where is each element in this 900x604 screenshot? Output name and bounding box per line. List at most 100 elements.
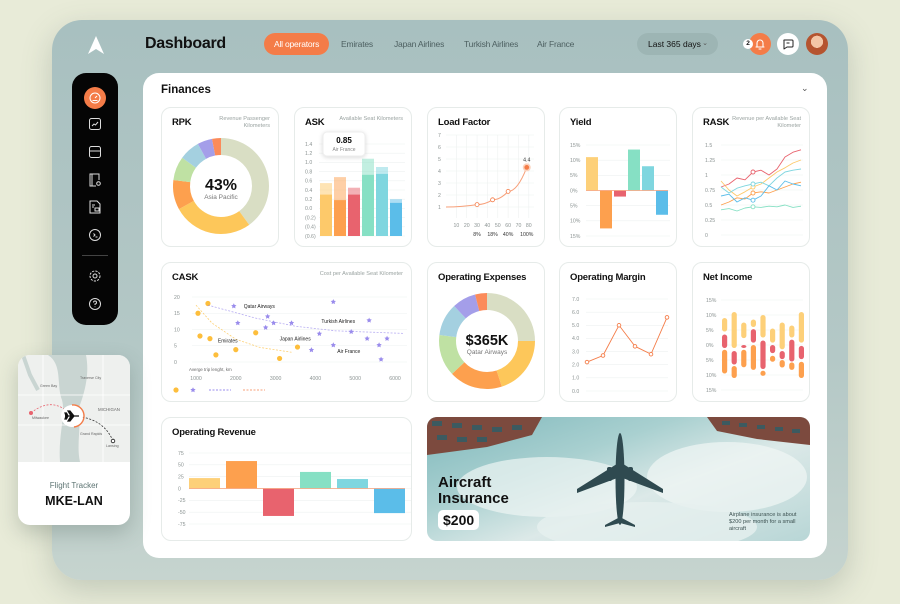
data-point (524, 165, 530, 170)
tick-label: 75 (178, 451, 184, 457)
scatter-point (197, 333, 203, 339)
tick-label: 5 (174, 344, 177, 350)
data-point (600, 353, 606, 358)
bar (600, 190, 612, 229)
map-label: Grand Rapids (80, 432, 102, 436)
tick-label: 4.0 (572, 336, 579, 342)
tick-label: 4 (438, 169, 441, 175)
chart: 15% 10% 5% 0% 5% 10% 15% (570, 143, 670, 240)
sidebar-divider (82, 255, 108, 256)
map-label: Milwaukee (32, 416, 49, 420)
data-point (750, 190, 756, 196)
scatter-point (207, 336, 213, 342)
tick-label: 10% (570, 158, 581, 164)
data-point (648, 351, 654, 357)
scatter-point (264, 313, 271, 319)
sidebar-item-dashboard[interactable] (84, 87, 106, 109)
bar (586, 157, 598, 191)
bar (189, 478, 220, 489)
tick-label: (0.4) (305, 225, 316, 231)
tick-label: 50 (495, 223, 501, 229)
bar (300, 471, 331, 489)
card-title: RASK (703, 117, 730, 128)
x-axis-label: Averge trip lenght, km (189, 367, 232, 372)
data-point (584, 359, 590, 365)
tick-label: (0.6) (305, 234, 316, 240)
tick-label: 0 (705, 233, 708, 239)
tick-label: 15 (174, 311, 180, 317)
tab-turkish-airlines[interactable]: Turkish Airlines (454, 33, 528, 55)
messages-button[interactable] (777, 33, 799, 55)
tick-label: 15% (570, 143, 581, 149)
range-bar (789, 362, 795, 370)
document-search-icon[interactable] (86, 171, 104, 189)
bar (628, 149, 640, 191)
bar (263, 488, 294, 516)
date-range-select[interactable]: Last 365 days ⌄ (637, 33, 718, 55)
tick-label: 3000 (270, 376, 282, 382)
range-bar (750, 329, 756, 343)
notification-count-badge: 2 (743, 39, 753, 49)
chart: 7 6 5 4 3 2 1 10 20 30 40 50 60 70 80 8% 18% 40% 100% 4.4 (438, 133, 534, 238)
scatter-point (270, 320, 277, 326)
database-icon[interactable] (86, 143, 104, 161)
tab-all-operators[interactable]: All operators (264, 33, 330, 55)
range-bar (770, 355, 776, 362)
tick-label: 1.25 (705, 158, 715, 164)
trend-chart-icon[interactable] (86, 115, 104, 133)
collapse-chevron-icon[interactable]: ⌄ (801, 83, 809, 94)
range-bar (741, 349, 747, 368)
tick-label: 3 (438, 181, 441, 187)
tick-label: 2 (438, 193, 441, 199)
chart: $365KQatar Airways (439, 293, 535, 389)
bar-segment (334, 200, 346, 236)
rpk-card: 43% Asia Pacific RPK Revenue Passenger Kilo… (161, 107, 279, 247)
scatter-point (213, 352, 219, 358)
range-bar (731, 351, 737, 365)
bar (642, 166, 654, 191)
legend-marker (173, 387, 179, 393)
tooltip-label: Air France (332, 147, 355, 153)
tick-label: 0.6 (305, 179, 312, 185)
chart: 20 15 10 5 0 1000 2000 3000 4000 5000 6000 Averge t… (173, 295, 407, 393)
tick-label: -50 (178, 510, 186, 516)
bar-segment (320, 194, 332, 236)
tick-label: 5% (570, 203, 578, 209)
tab-emirates[interactable]: Emirates (331, 33, 383, 55)
settings-icon[interactable] (86, 267, 104, 285)
card-title: Yield (570, 117, 592, 128)
user-avatar[interactable] (806, 33, 828, 55)
app-logo[interactable] (86, 35, 106, 55)
bar (226, 461, 257, 489)
tick-label: 15% (706, 388, 717, 394)
flight-tracker-card[interactable]: Green Bay MICHIGAN Milwaukee Lansing Gra… (18, 355, 130, 525)
center-value: 43% (205, 177, 237, 194)
map-label: Traverse City (80, 376, 101, 380)
point-label: Japan Airlines (280, 336, 312, 342)
tracker-label: Flight Tracker (49, 481, 99, 490)
tick-label: 30 (474, 223, 480, 229)
aircraft-insurance-banner[interactable]: Aircraft Insurance $200 Airplane insuran… (427, 417, 810, 541)
data-point (616, 323, 622, 328)
help-icon[interactable] (86, 295, 104, 313)
operating-revenue-card: 75 50 25 0 -25 -50 -75 Operating Revenue (161, 417, 412, 541)
operating-margin-card: 7.0 6.0 5.0 4.0 3.0 2.0 1.0 0.0 Operating Margin (559, 262, 677, 402)
tick-label: 6000 (389, 376, 401, 382)
tick-label: 0 (178, 486, 181, 492)
tick-label: 5% (706, 358, 714, 364)
card-subtitle: Revenue Passenger Kilometers (219, 116, 270, 129)
cask-card: 20 15 10 5 0 1000 2000 3000 4000 5000 6000 Averge t… (161, 262, 412, 402)
report-icon[interactable] (86, 198, 104, 216)
tick-label: 10% (706, 373, 717, 379)
series-line (586, 317, 668, 363)
terminal-chat-icon[interactable] (86, 226, 104, 244)
rask-card: 1.5 1.25 1 0.75 0.5 0.25 0 RASK Revenue per Avai… (692, 107, 810, 247)
tab-air-france[interactable]: Air France (527, 33, 584, 55)
tick-label: 18% (487, 232, 498, 238)
data-point (632, 344, 638, 349)
tab-japan-airlines[interactable]: Japan Airlines (384, 33, 454, 55)
tick-label: 1000 (190, 376, 202, 382)
point-label: Emirates (218, 338, 238, 344)
range-bar (798, 312, 804, 343)
tick-label: 25 (178, 474, 184, 480)
